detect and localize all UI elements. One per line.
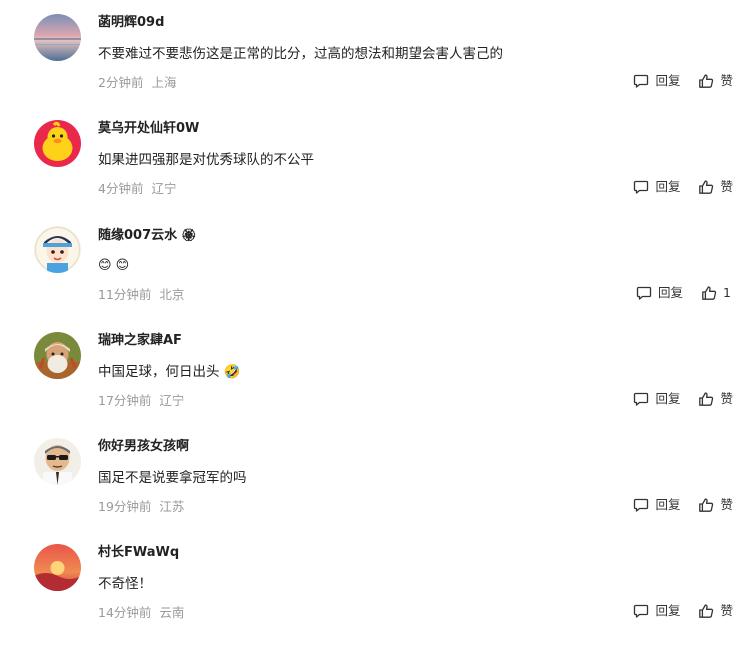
- comment-location: 辽宁: [159, 393, 185, 408]
- comment-bubble-icon: [634, 74, 649, 88]
- avatar-sunset-sky-image: [34, 544, 81, 591]
- thumbs-up-icon: [702, 286, 717, 300]
- reply-label: 回复: [655, 391, 681, 406]
- comment-location: 辽宁: [151, 181, 177, 196]
- like-button[interactable]: 赞: [698, 178, 733, 196]
- avatar[interactable]: [34, 14, 81, 61]
- avatar-cartoon-boy-image: [34, 226, 81, 273]
- comment-bubble-icon: [634, 392, 649, 406]
- username[interactable]: 莫乌开处仙轩0W: [98, 120, 199, 138]
- comment-actions: 回复 赞: [633, 390, 733, 408]
- comment-bubble-icon: [634, 180, 649, 194]
- thumbs-up-icon: [699, 180, 714, 194]
- reply-button[interactable]: 回复: [633, 496, 680, 514]
- like-label: 赞: [720, 391, 733, 406]
- avatar-yellow-duck-image: [34, 120, 81, 167]
- comment-bubble-icon: [636, 286, 652, 300]
- username-text: 随缘007云水: [98, 228, 178, 243]
- reply-button[interactable]: 回复: [633, 178, 680, 196]
- comment-text: 国足不是说要拿冠军的吗: [98, 470, 247, 486]
- like-label: 赞: [720, 179, 733, 194]
- reply-label: 回复: [658, 285, 684, 300]
- username[interactable]: 随缘007云水 🏵: [98, 226, 196, 245]
- comment-meta: 2分钟前 上海: [98, 74, 176, 92]
- comment-text: 中国足球，何日出头 🤣: [98, 364, 241, 380]
- comment-text: 不奇怪！: [98, 576, 152, 592]
- reply-label: 回复: [655, 603, 681, 618]
- comment-item: 瑞珅之家肆AF 中国足球，何日出头 🤣 17分钟前 辽宁 回复 赞: [0, 330, 751, 436]
- like-button[interactable]: 1: [701, 284, 731, 302]
- comment-text: 如果进四强那是对优秀球队的不公平: [98, 152, 314, 168]
- comment-time: 17分钟前: [98, 393, 152, 408]
- avatar-sunglasses-man-image: [34, 438, 81, 485]
- like-button[interactable]: 赞: [698, 72, 733, 90]
- reply-button[interactable]: 回复: [633, 72, 680, 90]
- comment-actions: 回复 赞: [633, 496, 733, 514]
- avatar[interactable]: [34, 120, 81, 167]
- comment-actions: 回复 1: [636, 284, 731, 302]
- avatar-old-man-image: [34, 332, 81, 379]
- comment-time: 19分钟前: [98, 499, 152, 514]
- like-button[interactable]: 赞: [698, 496, 733, 514]
- comment-text: 😊 😊: [98, 258, 130, 273]
- reply-button[interactable]: 回复: [633, 390, 680, 408]
- comment-meta: 14分钟前 云南: [98, 604, 184, 622]
- reply-label: 回复: [655, 179, 681, 194]
- comment-item: 莫乌开处仙轩0W 如果进四强那是对优秀球队的不公平 4分钟前 辽宁 回复 赞: [0, 118, 751, 224]
- comment-location: 江苏: [159, 499, 185, 514]
- username[interactable]: 瑞珅之家肆AF: [98, 332, 182, 350]
- comment-time: 11分钟前: [98, 287, 152, 302]
- reply-button[interactable]: 回复: [636, 284, 683, 302]
- comment-time: 14分钟前: [98, 605, 152, 620]
- comment-location: 北京: [159, 287, 185, 302]
- comment-actions: 回复 赞: [633, 178, 733, 196]
- comment-location: 上海: [151, 75, 177, 90]
- like-label: 赞: [720, 73, 733, 88]
- comment-item: 菡明辉09d 不要难过不要悲伤这是正常的比分，过高的想法和期望会害人害己的 2分…: [0, 12, 751, 118]
- reply-button[interactable]: 回复: [633, 602, 680, 620]
- comment-time: 2分钟前: [98, 75, 144, 90]
- comment-actions: 回复 赞: [633, 72, 733, 90]
- thumbs-up-icon: [699, 392, 714, 406]
- comment-item: 村长FWaWq 不奇怪！ 14分钟前 云南 回复 赞: [0, 542, 751, 648]
- avatar-sunset-lake-image: [34, 14, 81, 61]
- reply-label: 回复: [655, 497, 681, 512]
- username[interactable]: 菡明辉09d: [98, 14, 164, 32]
- username[interactable]: 村长FWaWq: [98, 544, 179, 562]
- thumbs-up-icon: [699, 604, 714, 618]
- avatar[interactable]: [34, 332, 81, 379]
- like-label: 赞: [720, 497, 733, 512]
- comment-location: 云南: [159, 605, 185, 620]
- avatar[interactable]: [34, 438, 81, 485]
- reply-label: 回复: [655, 73, 681, 88]
- thumbs-up-icon: [699, 498, 714, 512]
- comment-meta: 17分钟前 辽宁: [98, 392, 184, 410]
- comment-list: 菡明辉09d 不要难过不要悲伤这是正常的比分，过高的想法和期望会害人害己的 2分…: [0, 0, 751, 648]
- username[interactable]: 你好男孩女孩啊: [98, 438, 189, 456]
- comment-item: 随缘007云水 🏵 😊 😊 11分钟前 北京 回复 1: [0, 224, 751, 330]
- comment-meta: 4分钟前 辽宁: [98, 180, 176, 198]
- comment-meta: 11分钟前 北京: [98, 286, 184, 304]
- like-label: 赞: [720, 603, 733, 618]
- comment-time: 4分钟前: [98, 181, 144, 196]
- like-count: 1: [723, 285, 731, 300]
- comment-bubble-icon: [634, 498, 649, 512]
- comment-bubble-icon: [634, 604, 649, 618]
- comment-actions: 回复 赞: [633, 602, 733, 620]
- avatar[interactable]: [34, 226, 81, 273]
- thumbs-up-icon: [699, 74, 714, 88]
- comment-item: 你好男孩女孩啊 国足不是说要拿冠军的吗 19分钟前 江苏 回复 赞: [0, 436, 751, 542]
- like-button[interactable]: 赞: [698, 390, 733, 408]
- comment-meta: 19分钟前 江苏: [98, 498, 184, 516]
- comment-text: 不要难过不要悲伤这是正常的比分，过高的想法和期望会害人害己的: [98, 46, 503, 62]
- avatar[interactable]: [34, 544, 81, 591]
- like-button[interactable]: 赞: [698, 602, 733, 620]
- medal-badge-icon: 🏵: [181, 228, 197, 242]
